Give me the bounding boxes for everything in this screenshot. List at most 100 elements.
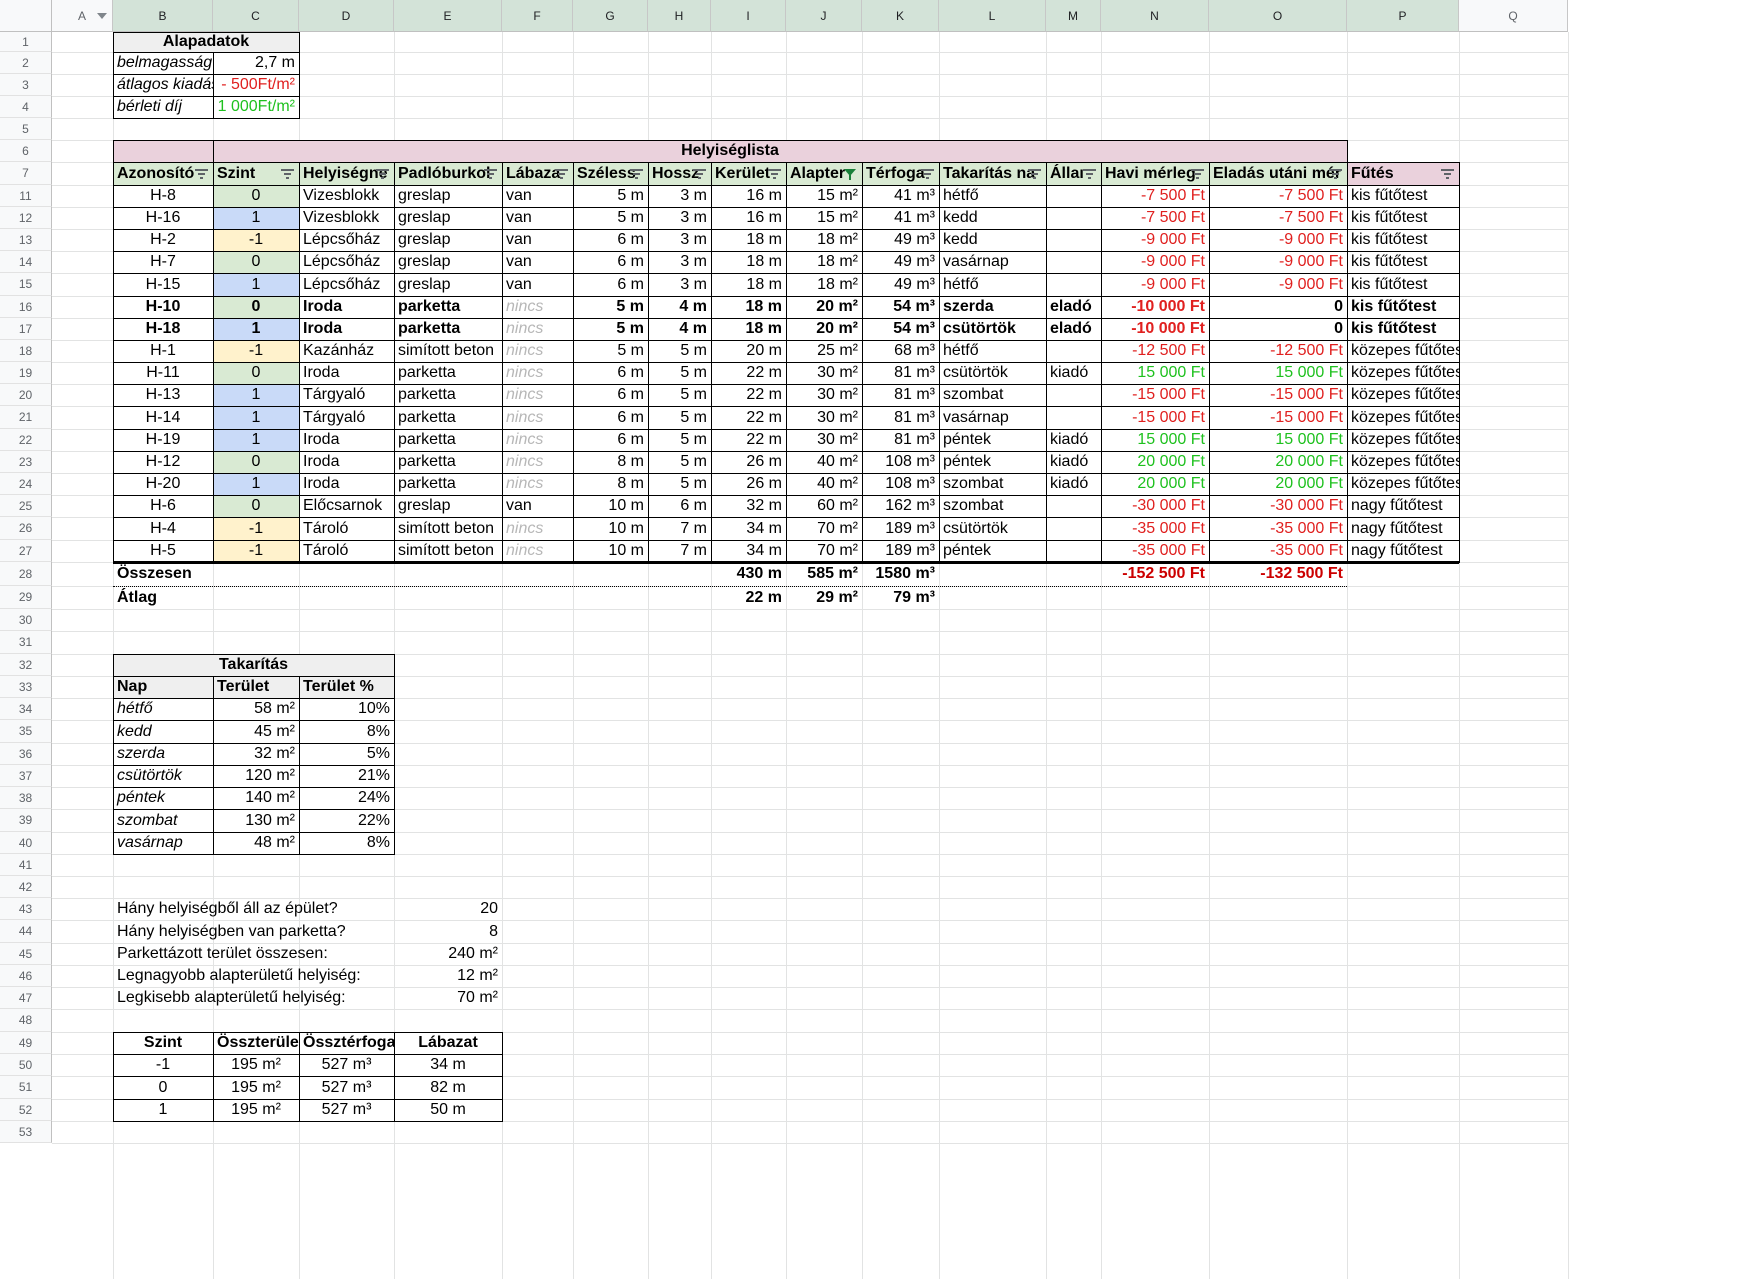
question-answer[interactable]: 12 m² bbox=[394, 965, 502, 987]
cell-szint[interactable]: 1 bbox=[213, 473, 299, 495]
row-header-42[interactable]: 42 bbox=[0, 876, 52, 898]
row-header-24[interactable]: 24 bbox=[0, 473, 52, 495]
cell-kerulet[interactable]: 34 m bbox=[711, 517, 786, 540]
cell-allapot[interactable]: kiadó bbox=[1046, 429, 1101, 451]
cell-futes[interactable]: közepes fűtőtest bbox=[1347, 451, 1459, 473]
cell-allapot[interactable]: kiadó bbox=[1046, 473, 1101, 495]
cell-terfogat[interactable]: 54 m³ bbox=[862, 318, 939, 340]
cell-labazat[interactable]: van bbox=[502, 229, 573, 251]
row-header-22[interactable]: 22 bbox=[0, 429, 52, 451]
column-header-E[interactable]: E bbox=[394, 0, 502, 32]
cell-hossz[interactable]: 7 m bbox=[648, 540, 711, 562]
cell-allapot[interactable] bbox=[1046, 406, 1101, 429]
cell-labazat[interactable]: nincs bbox=[502, 451, 573, 473]
szint-cell[interactable]: -1 bbox=[113, 1054, 213, 1076]
row-header-19[interactable]: 19 bbox=[0, 362, 52, 384]
cell-helyisegnev[interactable]: Lépcsőház bbox=[299, 251, 394, 273]
takaritas-terulet[interactable]: 140 m² bbox=[213, 787, 299, 809]
cell-havi-merleg[interactable]: -9 000 Ft bbox=[1101, 273, 1209, 296]
cell-szint[interactable]: 1 bbox=[213, 384, 299, 406]
cell-takaritas[interactable]: hétfő bbox=[939, 185, 1046, 207]
cell-szint[interactable]: -1 bbox=[213, 340, 299, 362]
filter-icon[interactable] bbox=[1083, 169, 1096, 179]
cell-kerulet[interactable]: 32 m bbox=[711, 495, 786, 517]
cell-szelesseg[interactable]: 10 m bbox=[573, 540, 648, 562]
row-header-16[interactable]: 16 bbox=[0, 296, 52, 318]
cell-szint[interactable]: 0 bbox=[213, 251, 299, 273]
filter-icon[interactable] bbox=[630, 169, 643, 179]
cell-takaritas[interactable]: vasárnap bbox=[939, 406, 1046, 429]
row-header-13[interactable]: 13 bbox=[0, 229, 52, 251]
cell-szelesseg[interactable]: 6 m bbox=[573, 384, 648, 406]
cell-havi-merleg[interactable]: -35 000 Ft bbox=[1101, 540, 1209, 562]
cell-azonosito[interactable]: H-5 bbox=[113, 540, 213, 562]
cell-azonosito[interactable]: H-10 bbox=[113, 296, 213, 318]
takaritas-nap[interactable]: szombat bbox=[113, 809, 213, 832]
column-header-J[interactable]: J bbox=[786, 0, 862, 32]
cell-kerulet[interactable]: 26 m bbox=[711, 451, 786, 473]
cell-padloburkolat[interactable]: parketta bbox=[394, 406, 502, 429]
filter-icon[interactable] bbox=[768, 169, 781, 179]
cell-terfogat[interactable]: 81 m³ bbox=[862, 362, 939, 384]
cell-helyisegnev[interactable]: Tárgyaló bbox=[299, 406, 394, 429]
cell-helyisegnev[interactable]: Tároló bbox=[299, 517, 394, 540]
column-header-C[interactable]: C bbox=[213, 0, 299, 32]
takaritas-terulet[interactable]: 58 m² bbox=[213, 698, 299, 720]
filter-icon[interactable] bbox=[693, 169, 706, 179]
cell-azonosito[interactable]: H-12 bbox=[113, 451, 213, 473]
row-header-1[interactable]: 1 bbox=[0, 32, 52, 52]
cell-eladas-utani[interactable]: -12 500 Ft bbox=[1209, 340, 1347, 362]
filter-icon[interactable] bbox=[555, 169, 568, 179]
cell-alapterulet[interactable]: 25 m² bbox=[786, 340, 862, 362]
cell-futes[interactable]: nagy fűtőtest bbox=[1347, 495, 1459, 517]
takaritas-terulet[interactable]: 130 m² bbox=[213, 809, 299, 832]
cell-terfogat[interactable]: 81 m³ bbox=[862, 406, 939, 429]
cell-futes[interactable]: nagy fűtőtest bbox=[1347, 540, 1459, 562]
cell-labazat[interactable]: van bbox=[502, 185, 573, 207]
cell-padloburkolat[interactable]: simított beton bbox=[394, 340, 502, 362]
column-header-O[interactable]: O bbox=[1209, 0, 1347, 32]
cell-padloburkolat[interactable]: parketta bbox=[394, 296, 502, 318]
cell-havi-merleg[interactable]: -7 500 Ft bbox=[1101, 185, 1209, 207]
filter-icon[interactable] bbox=[1441, 169, 1454, 179]
question-answer[interactable]: 70 m² bbox=[394, 987, 502, 1009]
cell-szelesseg[interactable]: 10 m bbox=[573, 517, 648, 540]
row-header-39[interactable]: 39 bbox=[0, 809, 52, 832]
column-header-B[interactable]: B bbox=[113, 0, 213, 32]
cell-havi-merleg[interactable]: -10 000 Ft bbox=[1101, 296, 1209, 318]
cell-eladas-utani[interactable]: 0 bbox=[1209, 318, 1347, 340]
cell-allapot[interactable] bbox=[1046, 384, 1101, 406]
column-header-P[interactable]: P bbox=[1347, 0, 1459, 32]
cell-eladas-utani[interactable]: -7 500 Ft bbox=[1209, 185, 1347, 207]
cell-terfogat[interactable]: 49 m³ bbox=[862, 273, 939, 296]
cell-padloburkolat[interactable]: greslap bbox=[394, 185, 502, 207]
cell-eladas-utani[interactable]: -9 000 Ft bbox=[1209, 229, 1347, 251]
cell-labazat[interactable]: van bbox=[502, 495, 573, 517]
column-filter-header[interactable]: Eladás utáni mér bbox=[1209, 162, 1347, 185]
szint-cell[interactable]: 1 bbox=[113, 1099, 213, 1121]
takaritas-szazalek[interactable]: 21% bbox=[299, 765, 394, 787]
cell-takaritas[interactable]: hétfő bbox=[939, 340, 1046, 362]
cell-kerulet[interactable]: 26 m bbox=[711, 473, 786, 495]
column-header-D[interactable]: D bbox=[299, 0, 394, 32]
cell-futes[interactable]: közepes fűtőtest bbox=[1347, 406, 1459, 429]
question-answer[interactable]: 240 m² bbox=[394, 943, 502, 965]
cell-helyisegnev[interactable]: Lépcsőház bbox=[299, 229, 394, 251]
cell-helyisegnev[interactable]: Vizesblokk bbox=[299, 207, 394, 229]
cell-futes[interactable]: nagy fűtőtest bbox=[1347, 517, 1459, 540]
cell-futes[interactable]: kis fűtőtest bbox=[1347, 296, 1459, 318]
cell-azonosito[interactable]: H-6 bbox=[113, 495, 213, 517]
cell-szelesseg[interactable]: 5 m bbox=[573, 318, 648, 340]
cell-terfogat[interactable]: 49 m³ bbox=[862, 251, 939, 273]
cell-allapot[interactable] bbox=[1046, 207, 1101, 229]
cell-szint[interactable]: 0 bbox=[213, 185, 299, 207]
cell-helyisegnev[interactable]: Iroda bbox=[299, 451, 394, 473]
cell-szelesseg[interactable]: 10 m bbox=[573, 495, 648, 517]
cell-alapterulet[interactable]: 18 m² bbox=[786, 273, 862, 296]
cell-labazat[interactable]: van bbox=[502, 207, 573, 229]
cell-takaritas[interactable]: csütörtök bbox=[939, 318, 1046, 340]
cell-alapterulet[interactable]: 30 m² bbox=[786, 429, 862, 451]
cell-labazat[interactable]: nincs bbox=[502, 517, 573, 540]
cell-takaritas[interactable]: péntek bbox=[939, 540, 1046, 562]
cell-eladas-utani[interactable]: 0 bbox=[1209, 296, 1347, 318]
